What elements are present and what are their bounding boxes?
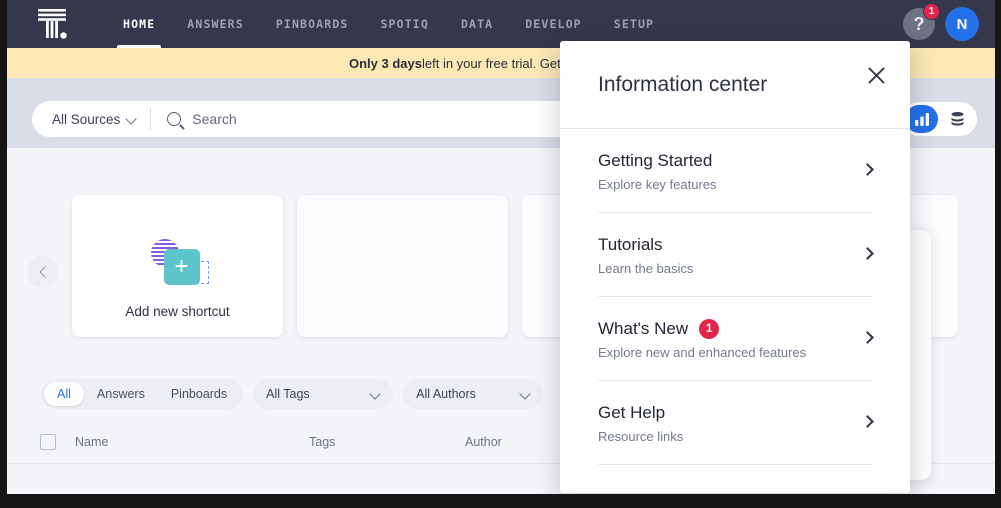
nav-label: ANSWERS <box>187 17 244 31</box>
add-shortcut-icon: + <box>145 239 211 291</box>
nav-right-actions: ? 1 N <box>903 0 979 48</box>
column-header-name[interactable]: Name <box>75 435 108 449</box>
avatar-initial: N <box>957 16 968 33</box>
add-shortcut-content: + Add new shortcut <box>72 239 283 319</box>
help-notification-badge: 1 <box>923 3 940 20</box>
help-question-icon[interactable]: ? 1 <box>903 8 935 40</box>
nav-item-home[interactable]: HOME <box>107 0 171 48</box>
source-selector-dropdown[interactable]: All Sources <box>32 101 150 137</box>
segment-label: Answers <box>97 387 145 401</box>
info-item-subtitle: Learn the basics <box>598 261 872 276</box>
info-item-title: What's New <box>598 319 688 339</box>
select-all-checkbox[interactable] <box>40 434 56 450</box>
plus-icon: + <box>164 249 200 285</box>
segment-all[interactable]: All <box>44 382 84 406</box>
info-item-getting-started[interactable]: Getting Started Explore key features <box>598 129 872 213</box>
thoughtspot-logo-icon[interactable] <box>32 7 72 41</box>
chevron-down-icon <box>371 390 380 399</box>
info-item-title: Getting Started <box>598 151 712 171</box>
column-header-author[interactable]: Author <box>465 435 502 449</box>
tags-filter-label: All Tags <box>266 387 310 401</box>
info-item-title-row: Get Help <box>598 403 872 423</box>
add-shortcut-card[interactable]: + Add new shortcut <box>72 195 283 337</box>
view-mode-toggle <box>902 102 977 136</box>
nav-label: HOME <box>123 17 155 31</box>
segment-label: All <box>57 387 71 401</box>
info-item-title: Tutorials <box>598 235 663 255</box>
column-header-tags[interactable]: Tags <box>309 435 335 449</box>
nav-label: PINBOARDS <box>276 17 349 31</box>
browser-frame: HOME ANSWERS PINBOARDS SPOTIQ DATA DEVEL… <box>0 0 1001 508</box>
info-item-title-row: Getting Started <box>598 151 872 171</box>
search-icon <box>167 112 181 126</box>
info-item-subtitle: Explore new and enhanced features <box>598 345 872 360</box>
search-placeholder: Search <box>192 111 236 127</box>
database-icon[interactable] <box>941 105 974 133</box>
trial-banner-bold: Only 3 days <box>349 56 422 71</box>
info-item-title-row: What's New 1 <box>598 319 872 339</box>
whats-new-badge: 1 <box>699 319 719 339</box>
segment-pinboards[interactable]: Pinboards <box>158 382 240 406</box>
carousel-prev-button[interactable] <box>27 256 59 288</box>
information-center-panel: Information center Getting Started Explo… <box>560 41 910 493</box>
info-item-title-row: Tutorials <box>598 235 872 255</box>
authors-filter-label: All Authors <box>416 387 476 401</box>
help-glyph: ? <box>914 14 925 35</box>
information-center-header: Information center <box>560 41 910 129</box>
info-item-whats-new[interactable]: What's New 1 Explore new and enhanced fe… <box>598 297 872 381</box>
shortcut-card-placeholder[interactable] <box>297 195 508 337</box>
authors-filter-dropdown[interactable]: All Authors <box>403 379 543 409</box>
chevron-down-icon <box>521 390 530 399</box>
segment-answers[interactable]: Answers <box>84 382 158 406</box>
info-item-get-help[interactable]: Get Help Resource links <box>598 381 872 465</box>
add-shortcut-label: Add new shortcut <box>125 304 229 319</box>
chevron-left-icon <box>39 266 50 277</box>
source-selector-label: All Sources <box>52 112 120 127</box>
close-icon[interactable] <box>862 61 890 89</box>
content-type-segmented-control: All Answers Pinboards <box>41 379 243 409</box>
info-item-subtitle: Resource links <box>598 429 872 444</box>
app-viewport: HOME ANSWERS PINBOARDS SPOTIQ DATA DEVEL… <box>7 0 995 494</box>
tags-filter-dropdown[interactable]: All Tags <box>253 379 393 409</box>
info-item-tutorials[interactable]: Tutorials Learn the basics <box>598 213 872 297</box>
nav-label: DEVELOP <box>525 17 582 31</box>
nav-label: SPOTIQ <box>380 17 428 31</box>
segment-label: Pinboards <box>171 387 227 401</box>
info-item-title: Get Help <box>598 403 665 423</box>
nav-label: DATA <box>461 17 493 31</box>
page-title: Information center <box>598 73 767 97</box>
nav-item-data[interactable]: DATA <box>445 0 509 48</box>
info-item-subtitle: Explore key features <box>598 177 872 192</box>
nav-item-pinboards[interactable]: PINBOARDS <box>260 0 365 48</box>
nav-item-spotiq[interactable]: SPOTIQ <box>364 0 444 48</box>
information-center-list: Getting Started Explore key features Tut… <box>560 129 910 465</box>
chevron-down-icon <box>127 115 136 124</box>
avatar[interactable]: N <box>945 7 979 41</box>
nav-item-answers[interactable]: ANSWERS <box>171 0 260 48</box>
nav-label: SETUP <box>614 17 654 31</box>
